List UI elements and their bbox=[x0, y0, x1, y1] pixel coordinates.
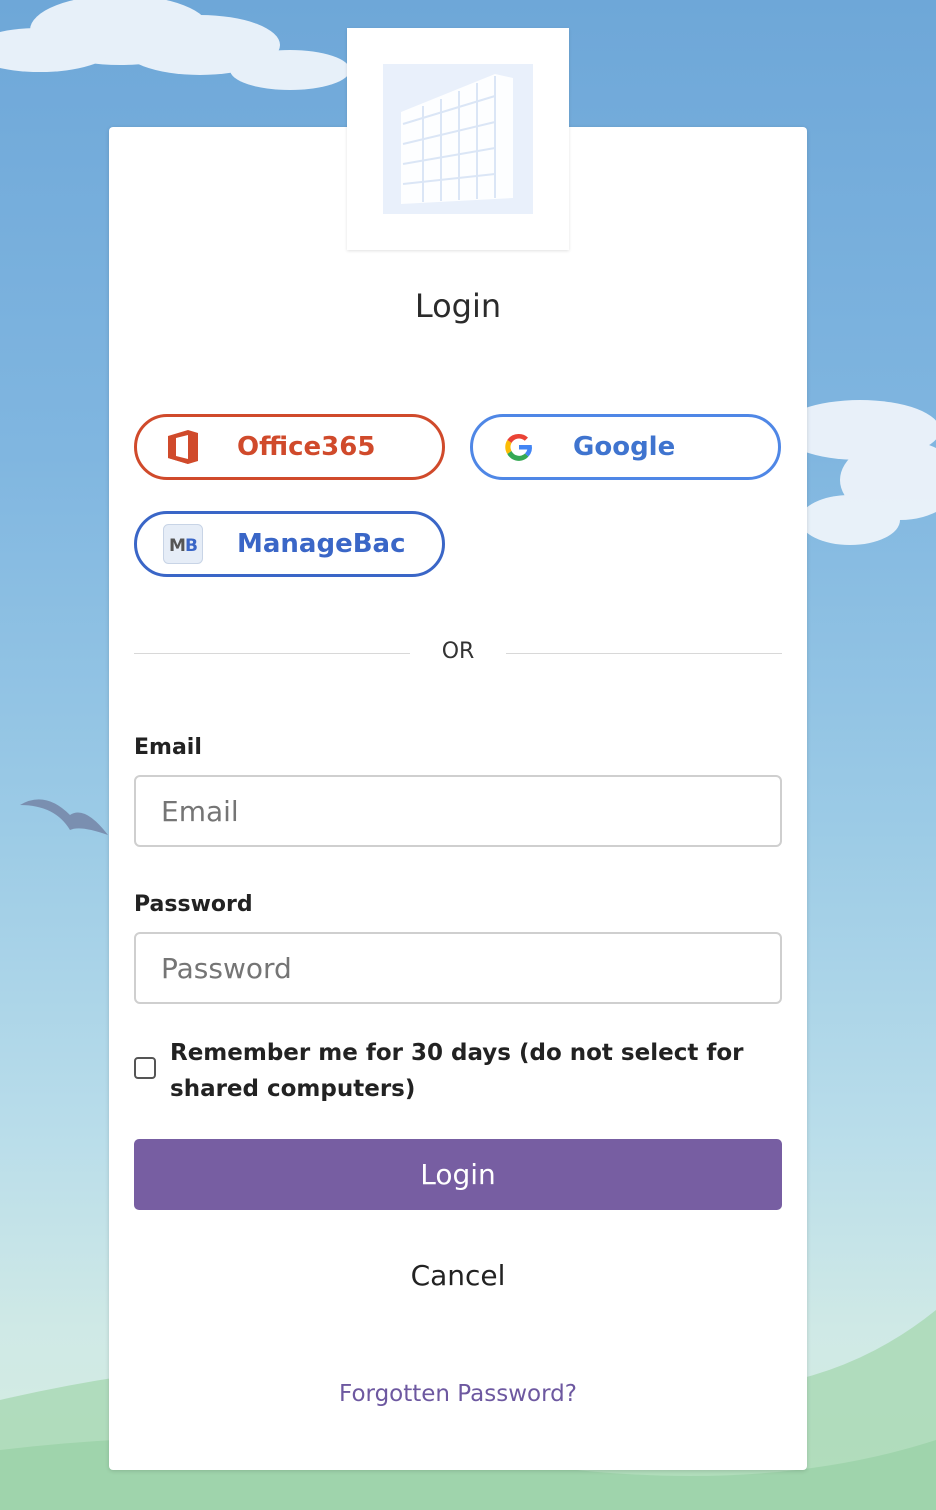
google-label: Google bbox=[573, 432, 676, 462]
svg-text:M: M bbox=[169, 536, 186, 556]
cancel-link[interactable]: Cancel bbox=[109, 1259, 807, 1292]
office365-label: Office365 bbox=[237, 432, 376, 462]
or-divider: OR bbox=[134, 639, 782, 669]
remember-me-checkbox[interactable] bbox=[134, 1057, 156, 1079]
office365-icon bbox=[163, 427, 203, 467]
login-card: Login Office365 Google M B ManageBac OR … bbox=[109, 127, 807, 1470]
or-text: OR bbox=[441, 639, 475, 664]
login-button[interactable]: Login bbox=[134, 1139, 782, 1210]
managebac-icon: M B bbox=[163, 524, 203, 564]
bird-icon bbox=[20, 799, 108, 835]
forgotten-password-link[interactable]: Forgotten Password? bbox=[109, 1381, 807, 1407]
google-icon bbox=[499, 427, 539, 467]
school-logo bbox=[347, 28, 569, 250]
email-field[interactable] bbox=[134, 775, 782, 847]
managebac-label: ManageBac bbox=[237, 529, 406, 559]
page-title: Login bbox=[414, 287, 502, 325]
divider-line-right bbox=[506, 653, 782, 654]
office365-login-button[interactable]: Office365 bbox=[134, 414, 445, 480]
password-label: Password bbox=[134, 892, 253, 917]
svg-text:B: B bbox=[185, 536, 198, 556]
email-label: Email bbox=[134, 735, 202, 760]
managebac-login-button[interactable]: M B ManageBac bbox=[134, 511, 445, 577]
remember-me-label[interactable]: Remember me for 30 days (do not select f… bbox=[170, 1035, 782, 1107]
google-login-button[interactable]: Google bbox=[470, 414, 781, 480]
building-logo-icon bbox=[383, 64, 533, 214]
password-field[interactable] bbox=[134, 932, 782, 1004]
